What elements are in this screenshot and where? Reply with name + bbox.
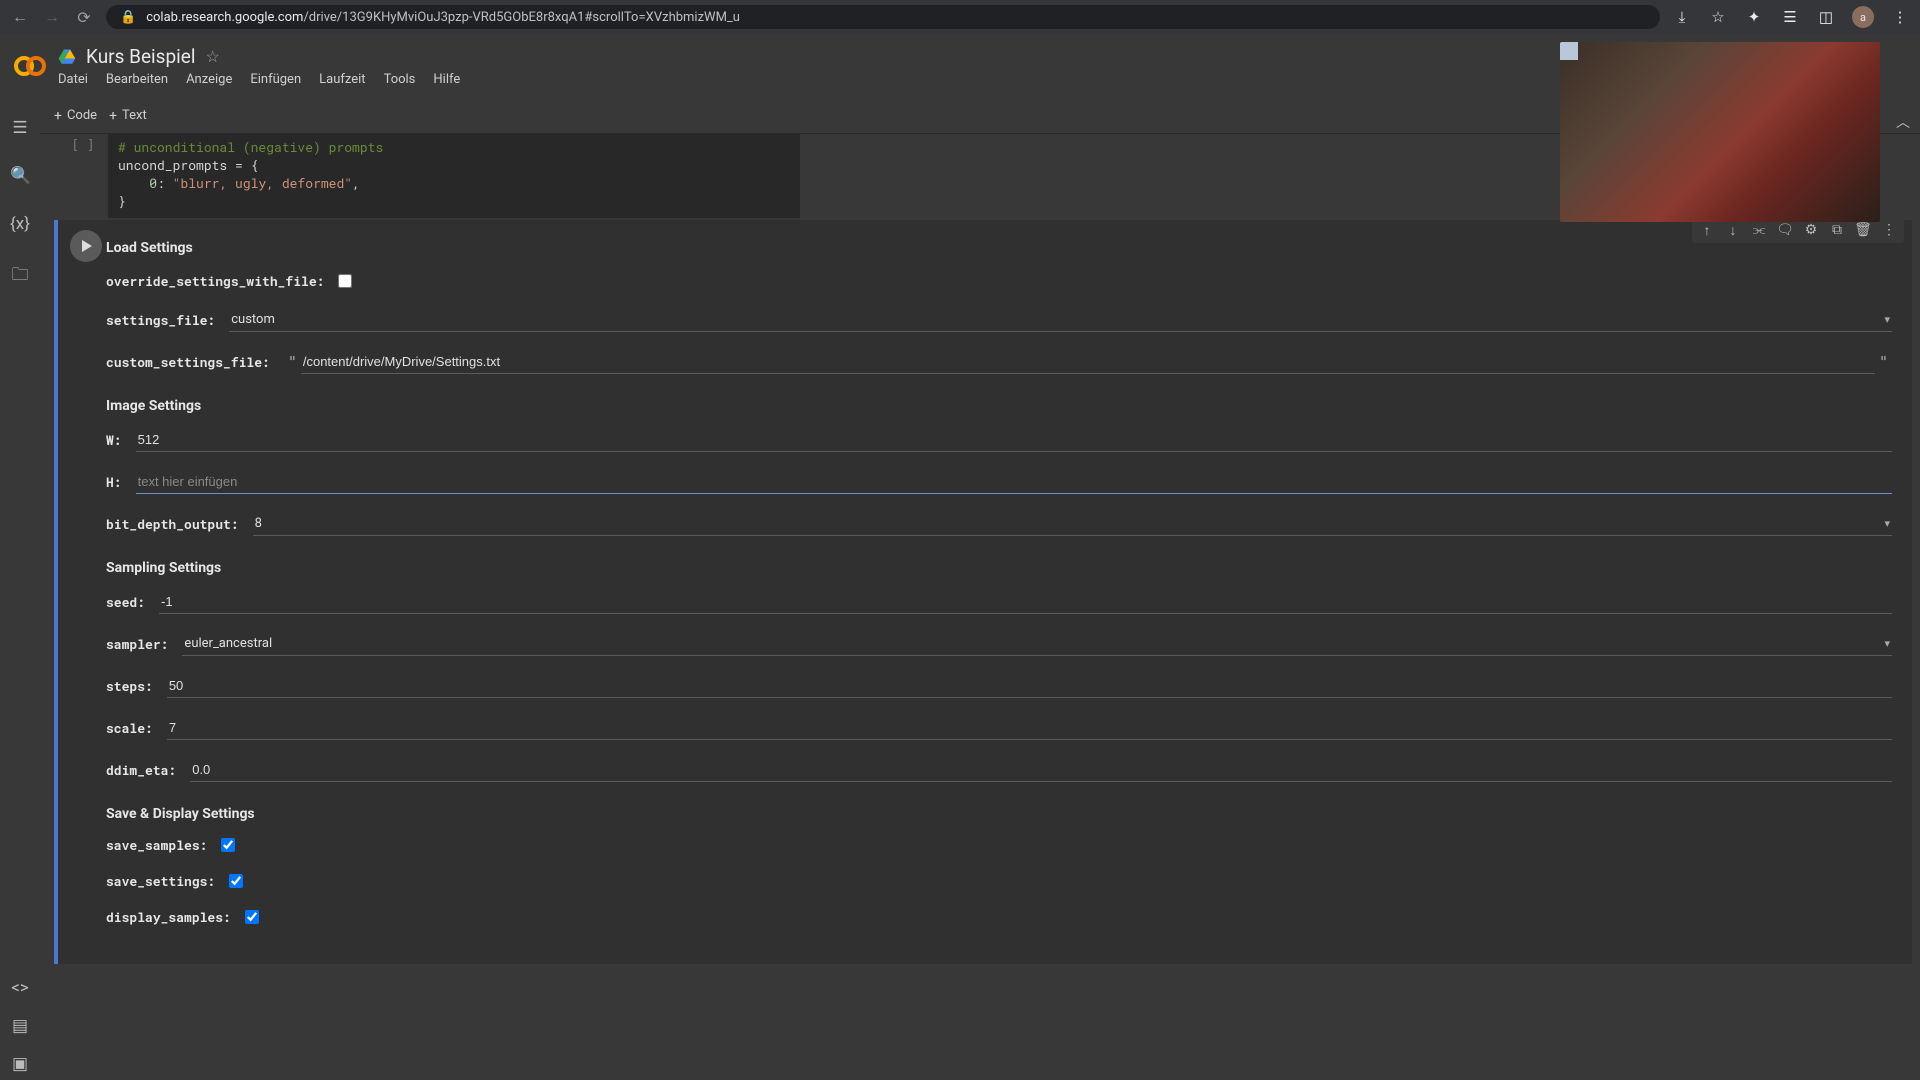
label-settings-file: settings_file: [106, 311, 215, 329]
more-icon[interactable]: ⋮ [1880, 222, 1898, 239]
back-button[interactable]: ← [10, 7, 30, 27]
section-save-display: Save & Display Settings [106, 806, 1892, 822]
drive-icon [58, 48, 76, 66]
label-scale: scale: [106, 719, 153, 737]
menu-bearbeiten[interactable]: Bearbeiten [106, 72, 168, 87]
label-seed: seed: [106, 593, 145, 611]
code-editor[interactable]: # unconditional (negative) prompts uncon… [108, 134, 800, 218]
quote-open: " [288, 353, 297, 371]
link-icon[interactable]: ⫘ [1750, 222, 1768, 239]
add-text-button[interactable]: +Text [109, 108, 147, 124]
notebook-main: [ ] # unconditional (negative) prompts u… [40, 134, 1920, 1080]
terminal-icon[interactable]: ▤ [10, 1016, 30, 1036]
checkbox-display-samples[interactable] [245, 910, 259, 924]
collapse-header-icon[interactable]: ︿ [1896, 112, 1910, 132]
label-w: W: [106, 431, 122, 449]
run-cell-button[interactable] [70, 230, 102, 262]
menu-einfuegen[interactable]: Einfügen [250, 72, 301, 87]
input-seed[interactable] [159, 590, 1892, 614]
forward-button[interactable]: → [42, 7, 62, 27]
input-h[interactable] [136, 470, 1892, 494]
notebook-title[interactable]: Kurs Beispiel [86, 45, 195, 68]
label-save-settings: save_settings: [106, 872, 215, 890]
command-palette-icon[interactable]: ▣ [10, 1054, 30, 1074]
input-w[interactable] [136, 428, 1892, 452]
checkbox-save-samples[interactable] [221, 838, 235, 852]
star-icon[interactable]: ☆ [205, 47, 219, 66]
section-sampling-settings: Sampling Settings [106, 560, 1892, 576]
reading-list-icon[interactable]: ☰ [1780, 8, 1800, 26]
bookmark-icon[interactable]: ☆ [1708, 8, 1728, 26]
url-bar[interactable]: 🔒 colab.research.google.com/drive/13G9KH… [106, 5, 1660, 29]
url-domain: colab.research.google.com [146, 10, 303, 25]
menu-datei[interactable]: Datei [58, 72, 88, 87]
menu-tools[interactable]: Tools [384, 72, 416, 87]
label-save-samples: save_samples: [106, 836, 207, 854]
menu-laufzeit[interactable]: Laufzeit [319, 72, 365, 87]
exec-indicator[interactable]: [ ] [58, 134, 108, 153]
select-value: 8 [255, 516, 262, 531]
code-text: "blurr, ugly, deformed" [173, 174, 352, 192]
comment-icon[interactable]: 🗨 [1776, 222, 1794, 239]
add-code-label: Code [67, 108, 97, 123]
browser-toolbar: ← → ⟳ 🔒 colab.research.google.com/drive/… [0, 0, 1920, 34]
quote-close: " [1879, 353, 1888, 371]
move-down-icon[interactable]: ↓ [1724, 222, 1742, 239]
url-path: /drive/13G9KHyMviOuJ3pzp-VRd5GObE8r8xqA1… [303, 10, 740, 25]
delete-icon[interactable]: 🗑 [1854, 222, 1872, 239]
select-value: euler_ancestral [184, 636, 272, 651]
variables-icon[interactable]: {x} [10, 214, 30, 234]
install-icon[interactable]: ⤓ [1672, 8, 1692, 26]
label-sampler: sampler: [106, 635, 168, 653]
code-text: 0 [149, 174, 157, 192]
add-text-label: Text [122, 108, 147, 123]
label-custom-settings-file: custom_settings_file: [106, 353, 270, 371]
menu-bar: Datei Bearbeiten Anzeige Einfügen Laufze… [58, 72, 460, 87]
code-text: , [352, 174, 360, 192]
label-ddim-eta: ddim_eta: [106, 761, 176, 779]
input-steps[interactable] [167, 674, 1892, 698]
select-bit-depth[interactable]: 8 [253, 512, 1892, 536]
menu-hilfe[interactable]: Hilfe [433, 72, 460, 87]
label-bit-depth: bit_depth_output: [106, 515, 239, 533]
reload-button[interactable]: ⟳ [74, 8, 94, 27]
mirror-icon[interactable]: ⧉ [1828, 222, 1846, 239]
label-display-samples: display_samples: [106, 908, 231, 926]
side-panel-icon[interactable]: ◫ [1816, 8, 1836, 26]
extensions-icon[interactable]: ✦ [1744, 8, 1764, 26]
form-cell: ↑ ↓ ⫘ 🗨 ⚙ ⧉ 🗑 ⋮ Load Settings override_s… [54, 220, 1912, 964]
kebab-icon[interactable]: ⋮ [1890, 8, 1910, 26]
code-text: } [118, 192, 126, 210]
menu-anzeige[interactable]: Anzeige [186, 72, 232, 87]
input-custom-settings-file[interactable] [301, 350, 1875, 374]
gear-icon[interactable]: ⚙ [1802, 222, 1820, 239]
select-value: custom [231, 312, 275, 327]
lock-icon: 🔒 [120, 10, 136, 25]
toc-icon[interactable]: ☰ [10, 118, 30, 138]
profile-avatar[interactable]: a [1852, 6, 1874, 28]
select-sampler[interactable]: euler_ancestral [182, 632, 1892, 656]
code-comment: # unconditional (negative) prompts [118, 138, 383, 156]
search-icon[interactable]: 🔍 [10, 166, 30, 186]
code-text: : [157, 174, 173, 192]
checkbox-save-settings[interactable] [229, 874, 243, 888]
files-icon[interactable]: 🗀 [10, 262, 30, 291]
label-override: override_settings_with_file: [106, 272, 324, 290]
move-up-icon[interactable]: ↑ [1698, 222, 1716, 239]
label-h: H: [106, 473, 122, 491]
section-load-settings: Load Settings [106, 240, 1892, 256]
select-settings-file[interactable]: custom [229, 308, 1892, 332]
colab-logo-icon[interactable] [10, 46, 50, 86]
code-snippets-icon[interactable]: <> [10, 978, 30, 998]
input-ddim-eta[interactable] [190, 758, 1892, 782]
label-steps: steps: [106, 677, 153, 695]
input-scale[interactable] [167, 716, 1892, 740]
add-code-button[interactable]: +Code [54, 108, 97, 124]
checkbox-override[interactable] [338, 274, 352, 288]
section-image-settings: Image Settings [106, 398, 1892, 414]
left-rail-bottom: <> ▤ ▣ [0, 978, 40, 1080]
code-text: uncond_prompts = { [118, 156, 258, 174]
left-rail: ☰ 🔍 {x} 🗀 [0, 100, 40, 1080]
webcam-overlay [1560, 42, 1880, 222]
